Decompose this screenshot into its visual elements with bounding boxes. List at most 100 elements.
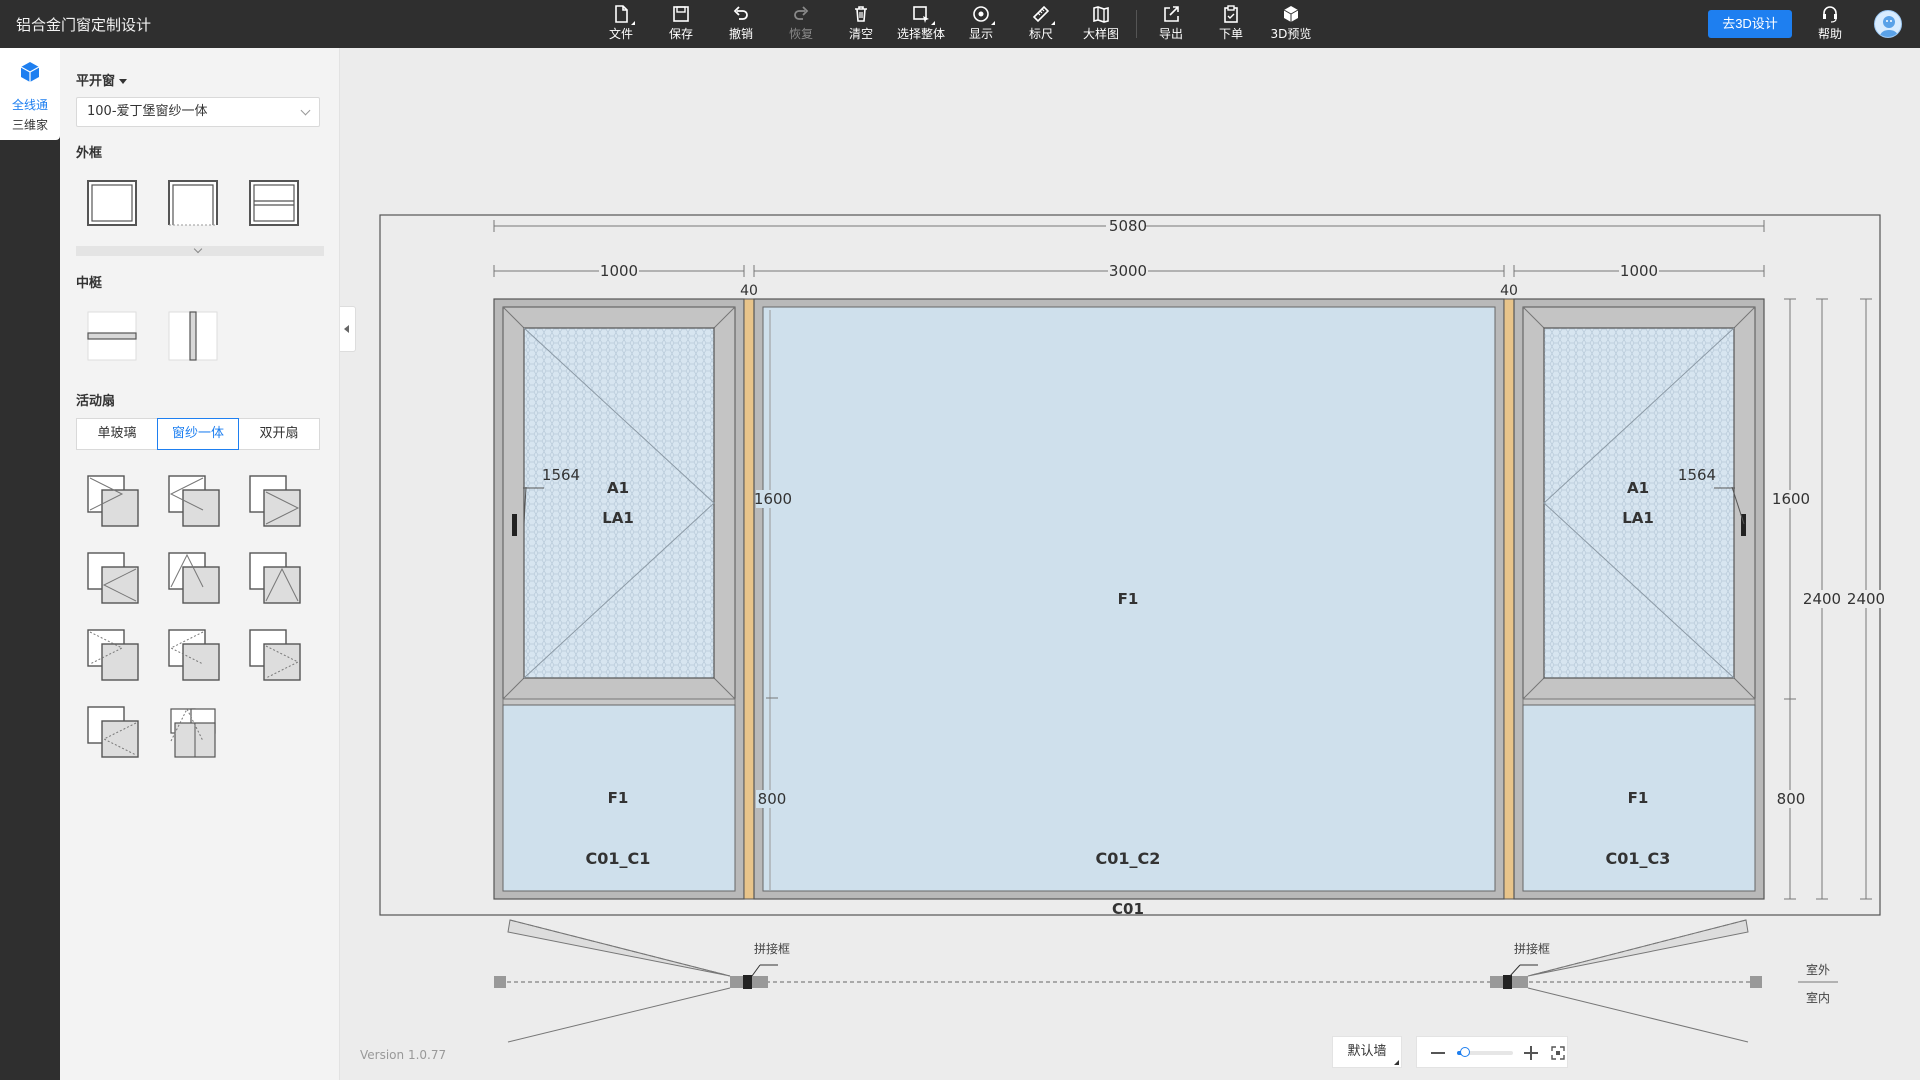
mullion-horizontal-option[interactable]: [84, 308, 140, 364]
label-fixed-middle: F1: [1118, 590, 1139, 608]
chevron-down-icon: [300, 105, 311, 116]
zoom-out-button[interactable]: [1431, 1052, 1445, 1054]
fit-screen-icon[interactable]: [1551, 1046, 1565, 1060]
wall-select-button[interactable]: 默认墙: [1332, 1036, 1402, 1068]
save-button[interactable]: 保存: [653, 4, 709, 46]
ruler-icon: [1032, 5, 1050, 23]
sash-style-tilt-turn-left[interactable]: [84, 626, 144, 686]
clear-label: 清空: [848, 27, 873, 41]
file-menu-button[interactable]: 文件: [593, 4, 649, 46]
tab-double-sash[interactable]: 双开扇: [238, 418, 320, 450]
joint-bar-left[interactable]: [743, 298, 755, 900]
dim-height-total-2: 2400: [1847, 590, 1885, 608]
sash-style-top-hung[interactable]: [165, 549, 225, 609]
window-unit-middle[interactable]: [753, 298, 1505, 900]
label-unit-left: C01_C1: [586, 849, 651, 868]
mullion-vertical-option[interactable]: [165, 308, 221, 364]
redo-icon: [794, 6, 809, 20]
sash-style-left-open-alt[interactable]: [246, 472, 306, 532]
save-label: 保存: [668, 27, 693, 41]
eye-icon: [973, 6, 989, 22]
preview-3d-label: 3D预览: [1270, 27, 1312, 41]
design-panel: 平开窗 100-爱丁堡窗纱一体 外框 中梃 活动扇 单玻璃 窗纱一体 双开扇: [60, 48, 340, 1080]
sash-style-left-open[interactable]: [84, 472, 144, 532]
user-avatar[interactable]: [1874, 10, 1902, 38]
left-rail: [0, 48, 60, 1080]
outer-frame-split-option[interactable]: [246, 175, 302, 231]
chevron-down-icon: [193, 244, 203, 254]
sash-style-tilt-turn-right[interactable]: [165, 626, 225, 686]
preview-3d-button[interactable]: 3D预览: [1263, 4, 1319, 46]
sash-style-right-open-alt[interactable]: [84, 549, 144, 609]
dropdown-corner-icon: [631, 21, 635, 25]
order-button[interactable]: 下单: [1203, 4, 1259, 46]
headset-icon: [1823, 6, 1837, 23]
ruler-button[interactable]: 标尺: [1013, 4, 1069, 46]
label-unit-middle: C01_C2: [1096, 849, 1161, 868]
go-3d-design-button[interactable]: 去3D设计: [1708, 10, 1792, 38]
plan-view[interactable]: [494, 919, 1838, 1043]
label-unit-right: C01_C3: [1606, 849, 1671, 868]
clear-button[interactable]: 清空: [833, 4, 889, 46]
window-unit-left[interactable]: [493, 298, 745, 900]
undo-label: 撤销: [728, 27, 753, 41]
redo-button[interactable]: 恢复: [773, 4, 829, 46]
dim-sash-width-left: 1564: [542, 466, 580, 484]
zoom-in-button-vertical: [1530, 1046, 1532, 1060]
dim-sash-width-right: 1564: [1678, 466, 1716, 484]
sash-style-right-open[interactable]: [165, 472, 225, 532]
brand-card[interactable]: 全线通 三维家: [0, 48, 60, 140]
caret-down-icon: [119, 79, 128, 84]
sash-style-double-open[interactable]: [165, 703, 225, 763]
sash-style-bottom-hung-alt[interactable]: [84, 703, 144, 763]
series-select[interactable]: 100-爱丁堡窗纱一体: [76, 97, 320, 127]
sash-type-tabs: 单玻璃 窗纱一体 双开扇: [76, 418, 320, 450]
detail-drawing-button[interactable]: 大样图: [1073, 4, 1129, 46]
panel-collapse-handle[interactable]: [340, 306, 356, 352]
dropdown-corner-icon: [931, 21, 935, 25]
sash-style-top-hung-alt[interactable]: [246, 549, 306, 609]
file-icon: [615, 5, 628, 23]
label-sash-left-b: LA1: [602, 509, 634, 527]
tab-single-glass[interactable]: 单玻璃: [76, 418, 158, 450]
export-icon: [1164, 6, 1179, 22]
app-title: 铝合金门窗定制设计: [16, 16, 152, 34]
joint-bar-right[interactable]: [1503, 298, 1515, 900]
ruler-label: 标尺: [1028, 27, 1053, 41]
order-icon: [1224, 5, 1238, 23]
window-type-label: 平开窗: [76, 74, 116, 89]
help-button[interactable]: 帮助: [1814, 4, 1846, 42]
brand-name-1: 全线通: [11, 98, 48, 112]
undo-icon: [733, 6, 748, 20]
brand-name-2: 三维家: [11, 118, 48, 132]
label-fixed-right: F1: [1628, 789, 1649, 807]
display-button[interactable]: 显示: [953, 4, 1009, 46]
expand-more-bar[interactable]: [76, 244, 324, 256]
outer-frame-rect-option[interactable]: [84, 175, 140, 231]
select-all-button[interactable]: 选择整体: [893, 4, 949, 46]
export-button[interactable]: 导出: [1143, 4, 1199, 46]
dim-height-upper-left: 1600: [754, 490, 792, 508]
sash-style-bottom-hung[interactable]: [246, 626, 306, 686]
select-all-label: 选择整体: [896, 27, 945, 41]
dropdown-corner-icon: [1394, 1060, 1399, 1065]
order-label: 下单: [1218, 27, 1243, 41]
outer-frame-door-option[interactable]: [165, 175, 221, 231]
label-outdoor: 室外: [1806, 962, 1830, 977]
tab-screen-integrated[interactable]: 窗纱一体: [157, 418, 239, 450]
wall-select-label: 默认墙: [1347, 1044, 1387, 1059]
detail-drawing-label: 大样图: [1082, 27, 1119, 41]
window-unit-right[interactable]: [1513, 298, 1765, 900]
undo-button[interactable]: 撤销: [713, 4, 769, 46]
zoom-slider-handle[interactable]: [1460, 1047, 1471, 1057]
label-splice-right: 拼接框: [1514, 941, 1550, 956]
redo-label: 恢复: [788, 27, 813, 41]
map-icon: [1093, 6, 1109, 23]
window-type-dropdown[interactable]: 平开窗: [76, 70, 128, 89]
select-all-icon: [913, 6, 929, 23]
file-label: 文件: [608, 27, 633, 41]
dim-height-upper-right: 1600: [1772, 490, 1810, 508]
dim-joint-right: 40: [1500, 283, 1518, 299]
canvas-boundary: [379, 214, 1881, 916]
display-label: 显示: [968, 27, 993, 41]
